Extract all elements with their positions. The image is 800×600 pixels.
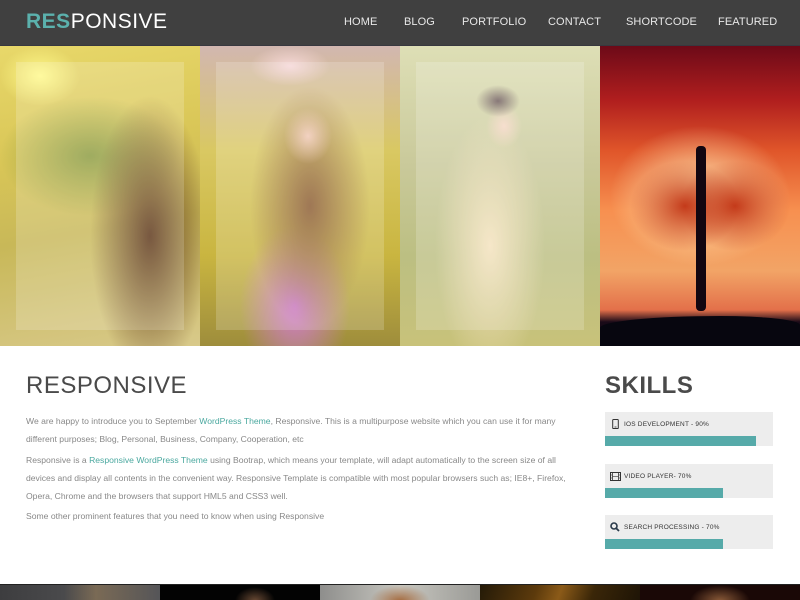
section-title: RESPONSIVE [26, 372, 188, 399]
skill-label: VIDEO PLAYER- 70% [624, 472, 692, 480]
skill-progress-fill [605, 488, 723, 498]
portfolio-strip [0, 584, 800, 600]
nav-shortcode[interactable]: SHORTCODE [626, 16, 697, 28]
hero-panel-flower-crown[interactable] [200, 46, 400, 346]
skill-label: IOS DEVELOPMENT - 90% [624, 420, 709, 428]
portfolio-thumbnail[interactable] [320, 585, 480, 600]
skill-search-processing: SEARCH PROCESSING - 70% [605, 515, 773, 549]
features-paragraph: Some other prominent features that you n… [26, 511, 325, 521]
description-paragraph: Responsive is a Responsive WordPress The… [26, 451, 578, 505]
skill-ios-development: IOS DEVELOPMENT - 90% [605, 412, 773, 446]
skill-progress-track [605, 436, 773, 446]
panel-frame [16, 62, 184, 330]
skill-progress-fill [605, 436, 757, 446]
hero-gallery [0, 46, 800, 346]
hero-panel-sunset[interactable] [600, 46, 800, 346]
portfolio-thumbnail[interactable] [160, 585, 320, 600]
mobile-icon [609, 419, 621, 429]
silhouette-figure [696, 146, 706, 311]
wordpress-theme-link[interactable]: WordPress Theme [199, 416, 270, 426]
nav-featured[interactable]: FEATURED [718, 16, 777, 28]
responsive-theme-link[interactable]: Responsive WordPress Theme [89, 455, 208, 465]
site-header: RESPONSIVE HOME BLOG PORTFOLIO CONTACT S… [0, 0, 800, 46]
nav-portfolio[interactable]: PORTFOLIO [462, 16, 526, 28]
nav-home[interactable]: HOME [344, 16, 377, 28]
nav-blog[interactable]: BLOG [404, 16, 435, 28]
film-icon [609, 471, 621, 481]
text: Responsive is a [26, 455, 90, 465]
ground-hill [600, 316, 800, 346]
skills-title: SKILLS [605, 372, 694, 399]
panel-frame [416, 62, 584, 330]
nav-contact[interactable]: CONTACT [548, 16, 601, 28]
skill-progress-fill [605, 539, 723, 549]
hero-panel-parasol[interactable] [0, 46, 200, 346]
portfolio-thumbnail[interactable] [640, 585, 800, 600]
panel-frame [216, 62, 384, 330]
skill-video-player: VIDEO PLAYER- 70% [605, 464, 773, 498]
hero-panel-headband[interactable] [400, 46, 600, 346]
intro-paragraph: We are happy to introduce you to Septemb… [26, 412, 578, 448]
portfolio-thumbnail[interactable] [0, 585, 160, 600]
portfolio-thumbnail[interactable] [480, 585, 640, 600]
main-nav: HOME BLOG PORTFOLIO CONTACT SHORTCODE FE… [0, 16, 800, 30]
skill-progress-track [605, 539, 773, 549]
skill-label: SEARCH PROCESSING - 70% [624, 523, 720, 531]
search-icon [609, 522, 621, 532]
text: We are happy to introduce you to Septemb… [26, 416, 200, 426]
skill-progress-track [605, 488, 773, 498]
